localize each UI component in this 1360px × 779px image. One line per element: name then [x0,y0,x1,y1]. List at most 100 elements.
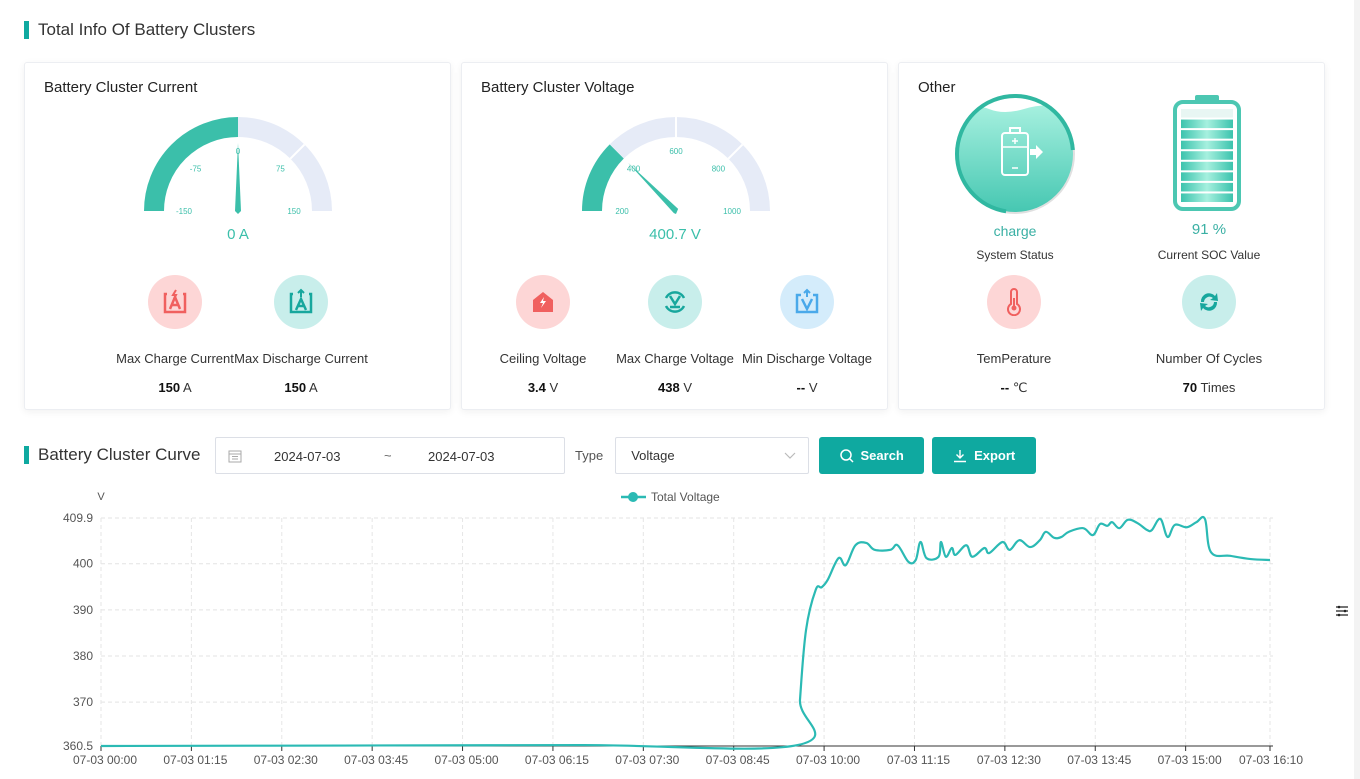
soc-cell [1181,193,1233,202]
gauge-track-arc [728,144,770,212]
export-button-label: Export [974,448,1016,463]
x-tick-label: 07-03 12:30 [977,753,1041,767]
gauge-track-arc [290,144,332,212]
section-title-total-info: Total Info Of Battery Clusters [24,20,255,40]
date-separator: ~ [384,448,392,463]
gauge-tick-label: -150 [176,207,193,216]
gauge-tick-label: 600 [669,147,683,156]
x-tick-label: 07-03 13:45 [1067,753,1131,767]
soc-cell [1181,161,1233,171]
search-button[interactable]: Search [819,437,925,474]
discharge-current-icon [274,275,328,329]
metric-label: Max Charge Voltage [616,351,734,366]
gauge-tick-label: 75 [276,165,285,174]
date-range-picker[interactable]: 2024-07-03 ~ 2024-07-03 [215,437,565,474]
section-title-curve: Battery Cluster Curve [24,445,201,465]
x-tick-label: 07-03 10:00 [796,753,860,767]
system-status-indicator [954,93,1076,215]
current-gauge-value: 0 A [227,226,249,243]
soc-cell [1181,182,1233,192]
soc-cell [1181,109,1233,118]
start-date-input[interactable]: 2024-07-03 [274,449,341,464]
x-tick-label: 07-03 01:15 [163,753,227,767]
metric-label: TemPerature [976,351,1052,366]
system-status-label: System Status [976,248,1054,262]
metric-value: -- ℃ [1000,380,1028,395]
search-button-label: Search [860,448,904,463]
thermometer-icon [987,275,1041,329]
page-scrollbar[interactable] [1354,0,1360,779]
type-select[interactable]: Voltage [615,437,810,474]
legend-marker [628,492,638,502]
other-card: Other charge System Status 91 % Current … [898,62,1325,410]
x-tick-label: 07-03 11:15 [887,753,950,767]
page-title: Total Info Of Battery Clusters [38,20,256,39]
x-tick-label: 07-03 02:30 [254,753,318,767]
x-tick-label: 07-03 07:30 [615,753,679,767]
end-date-input[interactable]: 2024-07-03 [428,449,495,464]
y-tick-label: 360.5 [63,739,93,753]
download-icon [954,449,967,462]
y-axis-label: V [97,491,105,503]
refresh-cycle-icon [1182,275,1236,329]
max-charge-voltage-icon [648,275,702,329]
gauge-track-arc [237,117,305,159]
ceiling-voltage-icon [516,275,570,329]
chart-legend: Total Voltage [621,490,720,504]
calendar-icon [228,449,242,466]
metric-label: Number Of Cycles [1155,351,1263,366]
metric-value: -- V [796,380,818,395]
battery-cluster-voltage-card: Battery Cluster Voltage 200 400 600 800 1000… [461,62,888,410]
curve-title: Battery Cluster Curve [38,445,201,464]
export-button[interactable]: Export [932,437,1037,474]
soc-value: 91 % [1191,221,1227,238]
chevron-down-icon [784,449,796,464]
gauge-fill-arc [582,144,625,212]
voltage-gauge: 2004006008001000 [582,117,770,216]
gauge-track-arc [675,117,743,159]
data-zoom-settings-icon[interactable] [1335,604,1349,623]
charge-current-icon [148,275,202,329]
soc-cell [1181,151,1233,160]
metric-max-discharge-current: Max Discharge Current 150 A [231,275,371,395]
metric-label: Max Charge Current [116,351,234,366]
legend-label: Total Voltage [651,490,720,504]
soc-cells [1181,109,1233,202]
type-select-value: Voltage [631,448,675,463]
x-tick-label: 07-03 00:00 [73,753,137,767]
x-tick-label: 07-03 06:15 [525,753,589,767]
x-tick-label: 07-03 03:45 [344,753,408,767]
soc-cell [1181,119,1233,129]
voltage-line-chart: V 409.9 400 390 380 370 360.507-03 00:00 07-03 … [63,490,1303,767]
soc-cell [1181,140,1233,150]
x-tick-label: 07-03 08:45 [706,753,770,767]
battery-cluster-current-card: Battery Cluster Current -150-75075150 0 … [24,62,451,410]
metric-max-charge-current: Max Charge Current 150 A [105,275,245,395]
metric-temperature: TemPerature -- ℃ [944,275,1084,396]
gauge-tick-label: 150 [287,207,301,216]
y-tick-label: 380 [73,649,93,663]
y-tick-label: 400 [73,557,93,571]
y-tick-label: 409.9 [63,511,93,525]
metric-value: 438 V [658,380,692,395]
gauge-tick-label: -75 [190,165,202,174]
metric-max-charge-voltage: Max Charge Voltage 438 V [605,275,745,395]
metric-label: Min Discharge Voltage [741,351,873,366]
gauge-tick-label: 1000 [723,207,741,216]
metric-value: 150 A [284,380,318,395]
system-status-value: charge [993,223,1037,239]
section-accent-bar [24,21,29,39]
metric-label: Ceiling Voltage [499,351,587,366]
metric-value: 150 A [158,380,192,395]
y-tick-label: 370 [73,695,93,709]
gauge-tick-label: 200 [615,207,629,216]
metric-min-discharge-voltage: Min Discharge Voltage -- V [737,275,877,395]
soc-cell [1181,130,1233,139]
metric-ceiling-voltage: Ceiling Voltage 3.4 V [473,275,613,395]
metric-value: 70 Times [1182,380,1236,395]
metric-label: Max Discharge Current [234,351,368,366]
gauge-track-arc [609,117,677,159]
y-tick-label: 390 [73,603,93,617]
charging-battery-icon [955,94,1075,214]
card-title: Battery Cluster Current [44,79,198,96]
